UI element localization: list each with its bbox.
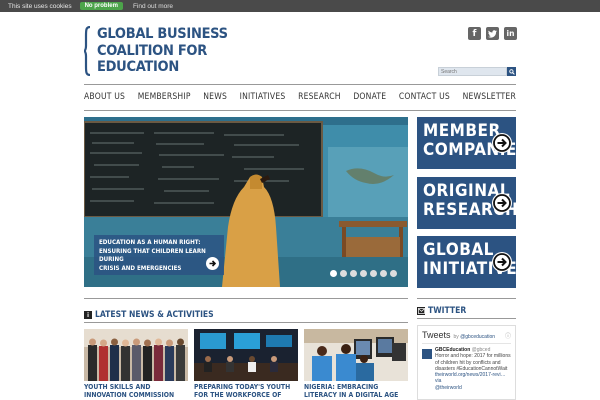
avatar[interactable]	[422, 349, 432, 359]
tweet-body: GBCEducation @gbced Horror and hope: 201…	[435, 347, 511, 391]
tweet-text-line: of children hit by conflicts and	[435, 359, 501, 366]
main-nav: ABOUT US MEMBERSHIP NEWS INITIATIVES RES…	[84, 92, 516, 102]
news-image	[84, 329, 188, 381]
twitter-widget-header: Tweets by @gbceducation ⓘ	[422, 330, 511, 340]
news-card[interactable]: YOUTH SKILLS AND INNOVATION COMMISSION D…	[84, 329, 188, 400]
tweet-mention[interactable]: @theirworld	[435, 385, 511, 391]
slider-dot[interactable]	[370, 270, 377, 277]
news-heading-text: LATEST NEWS & ACTIVITIES	[95, 310, 214, 320]
nav-initiatives[interactable]: INITIATIVES	[240, 92, 286, 102]
slider-dot[interactable]	[390, 270, 397, 277]
search-input[interactable]	[438, 67, 507, 76]
cookie-accept-button[interactable]: No problem	[79, 2, 123, 10]
tweet-author-name: GBCEducation	[435, 347, 471, 353]
tweet-author-handle: @gbced	[471, 347, 491, 353]
news-title[interactable]: NIGERIA: EMBRACING LITERACY IN A DIGITAL…	[304, 383, 408, 399]
slider-dot[interactable]	[380, 270, 387, 277]
linkedin-glyph: in	[506, 29, 515, 38]
nav-research[interactable]: RESEARCH	[298, 92, 341, 102]
linkedin-icon[interactable]: in	[504, 27, 517, 40]
twitter-heading: TWITTER	[417, 306, 466, 316]
search-button[interactable]	[507, 67, 516, 76]
twitter-bird-icon	[488, 29, 497, 38]
slider-dot[interactable]	[350, 270, 357, 277]
nav-top-divider	[84, 84, 516, 85]
tweet-text-line: Horror and hope: 2017 for millions	[435, 353, 511, 360]
news-image	[304, 329, 408, 381]
slider-dot[interactable]	[340, 270, 347, 277]
nav-news[interactable]: NEWS	[203, 92, 227, 102]
member-companies-button[interactable]: MEMBER COMPANIES	[417, 117, 528, 169]
slider-dots	[330, 270, 397, 277]
logo-line-3: EDUCATION	[97, 59, 179, 75]
arrow-right-icon	[492, 133, 512, 153]
slider-dot[interactable]	[330, 270, 337, 277]
social-links: f in	[468, 27, 517, 40]
twitter-top-divider	[417, 298, 516, 299]
nav-donate[interactable]: DONATE	[353, 92, 386, 102]
hero-caption[interactable]: EDUCATION AS A HUMAN RIGHT: ENSURING THA…	[94, 235, 224, 275]
twitter-widget-title: Tweets	[422, 330, 451, 340]
tweet[interactable]: GBCEducation @gbced Horror and hope: 201…	[422, 347, 511, 391]
twitter-widget-by: by @gbceducation	[454, 334, 496, 340]
envelope-icon	[417, 307, 425, 315]
nav-contact-us[interactable]: CONTACT US	[399, 92, 450, 102]
nav-bottom-divider	[84, 110, 516, 111]
twitter-heading-text: TWITTER	[428, 306, 467, 316]
news-image	[194, 329, 298, 381]
news-title[interactable]: PREPARING TODAY'S YOUTH FOR THE WORKFORC…	[194, 383, 298, 400]
twitter-widget-handle[interactable]: @gbceducation	[460, 334, 495, 340]
news-title[interactable]: YOUTH SKILLS AND INNOVATION COMMISSION D…	[84, 383, 188, 400]
facebook-glyph: f	[472, 28, 477, 39]
nav-newsletter[interactable]: NEWSLETTER	[463, 92, 516, 102]
arrow-right-icon	[492, 193, 512, 213]
site-logo[interactable]: GLOBAL BUSINESS COALITION FOR EDUCATION	[97, 26, 247, 76]
arrow-right-icon[interactable]	[206, 257, 219, 270]
news-card[interactable]: NIGERIA: EMBRACING LITERACY IN A DIGITAL…	[304, 329, 408, 399]
twitter-widget-divider	[422, 343, 511, 344]
news-top-divider	[84, 298, 408, 299]
twitter-widget-by-text: by	[453, 334, 459, 340]
nav-about-us[interactable]: ABOUT US	[84, 92, 125, 102]
logo-line-1: GLOBAL BUSINESS	[97, 26, 228, 42]
hero-caption-line-2: ENSURING THAT CHILDREN LEARN DURING	[99, 247, 206, 264]
cookie-more-link[interactable]: Find out more	[133, 3, 173, 10]
hero-caption-line-1: EDUCATION AS A HUMAN RIGHT:	[99, 239, 201, 246]
news-bottom-divider	[84, 322, 408, 323]
slider-dot[interactable]	[360, 270, 367, 277]
news-heading: i LATEST NEWS & ACTIVITIES	[84, 310, 214, 320]
logo-line-2: COALITION FOR	[97, 42, 207, 59]
hero-caption-line-3: CRISIS AND EMERGENCIES	[99, 264, 182, 272]
twitter-icon[interactable]	[486, 27, 499, 40]
news-card[interactable]: PREPARING TODAY'S YOUTH FOR THE WORKFORC…	[194, 329, 298, 400]
original-research-button[interactable]: ORIGINAL RESEARCH	[417, 177, 518, 229]
hero-slider[interactable]: EDUCATION AS A HUMAN RIGHT: ENSURING THA…	[84, 117, 408, 287]
news-icon: i	[84, 311, 92, 319]
global-initiatives-button[interactable]: GLOBAL INITIATIVES	[417, 236, 528, 288]
twitter-widget[interactable]: Tweets by @gbceducation ⓘ GBCEducation @…	[417, 325, 516, 400]
tweet-link[interactable]: theirworld.org/news/2017-revi… via	[435, 372, 511, 385]
twitter-bottom-divider	[417, 318, 516, 319]
facebook-icon[interactable]: f	[468, 27, 481, 40]
arrow-right-icon	[492, 252, 512, 272]
cookie-bar: This site uses cookies No problem Find o…	[0, 0, 600, 12]
logo-bracket-icon	[84, 26, 91, 76]
search-icon	[508, 68, 515, 75]
cookie-message: This site uses cookies	[8, 2, 72, 10]
nav-membership[interactable]: MEMBERSHIP	[138, 92, 191, 102]
info-icon[interactable]: ⓘ	[505, 331, 511, 340]
search-box	[438, 67, 516, 76]
